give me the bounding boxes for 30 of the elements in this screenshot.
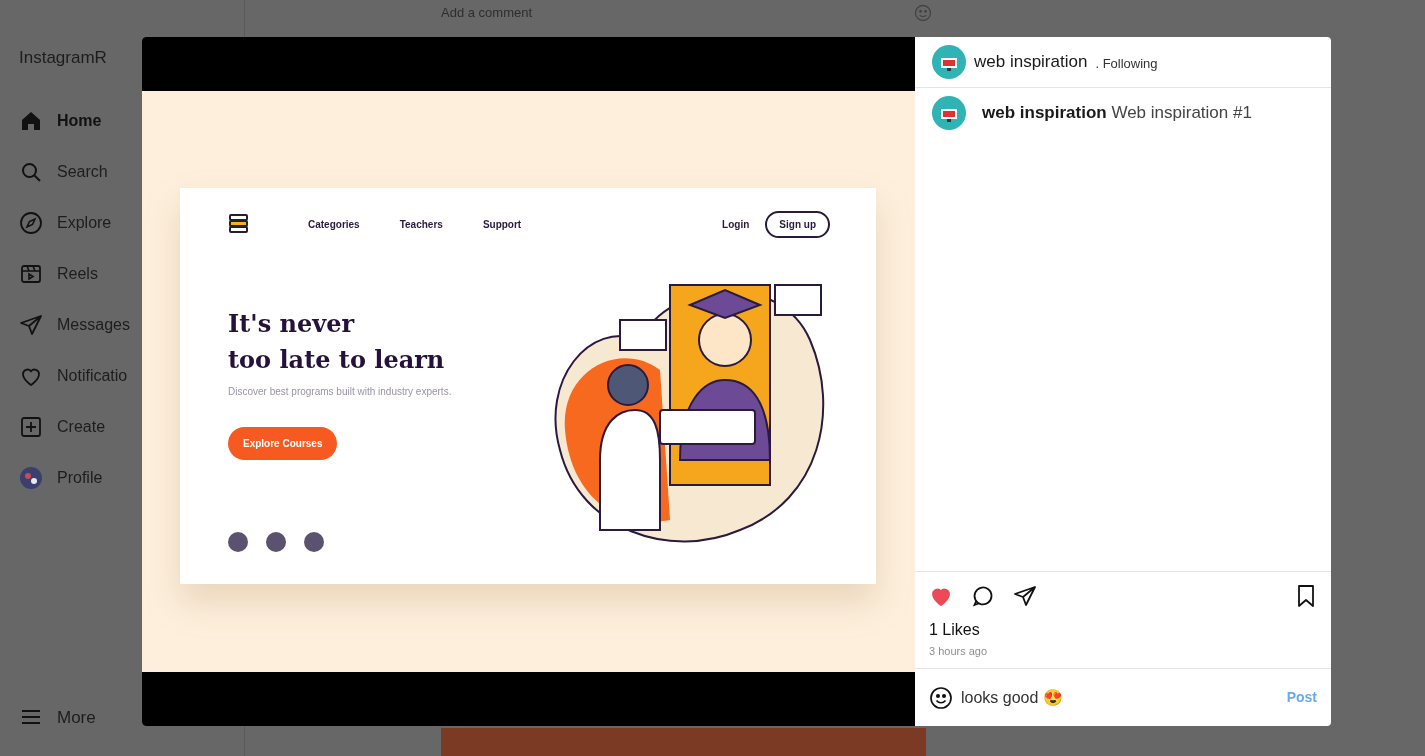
plus-square-icon (19, 414, 43, 439)
post-button[interactable]: Post (1286, 687, 1317, 708)
mockup-subtitle: Discover best programs built with industry experts. (228, 385, 453, 399)
post-caption: web inspiration Web inspiration #1 (982, 102, 1252, 125)
sidebar-item[interactable]: Explore (19, 210, 112, 235)
sidebar-item[interactable]: Reels (19, 261, 98, 286)
app-logo[interactable]: InstagramR (19, 45, 107, 71)
sidebar-item[interactable]: Profile (19, 465, 103, 490)
username-link[interactable]: web inspiration (974, 49, 1088, 75)
mockup-headline: It's never too late to learn (228, 308, 446, 376)
post-time: 3 hours ago (929, 643, 989, 659)
bookmark-icon[interactable] (1295, 583, 1317, 608)
more-link[interactable]: More (57, 704, 96, 730)
avatar-icon (19, 465, 43, 490)
avatar-icon[interactable] (932, 96, 966, 130)
sidebar-item[interactable]: Home (19, 108, 102, 133)
comment-field[interactable]: looks good 😍 (961, 685, 1279, 710)
sidebar-item[interactable]: Create (19, 414, 106, 439)
send-icon (19, 312, 43, 337)
send-icon[interactable] (1013, 583, 1037, 608)
compass-icon (19, 210, 43, 235)
sidebar-item[interactable]: Search (19, 159, 108, 184)
sidebar-item[interactable]: Messages (19, 312, 130, 337)
smiley-icon[interactable] (929, 685, 953, 710)
avatar-icon[interactable] (932, 45, 966, 79)
sidebar-item[interactable]: Notificatio (19, 363, 128, 388)
likes-count: 1 Likes (929, 619, 981, 640)
comment-field[interactable]: Add a comment (441, 3, 533, 23)
books-logo-icon (228, 214, 250, 234)
following-status[interactable]: . Following (1095, 53, 1158, 74)
